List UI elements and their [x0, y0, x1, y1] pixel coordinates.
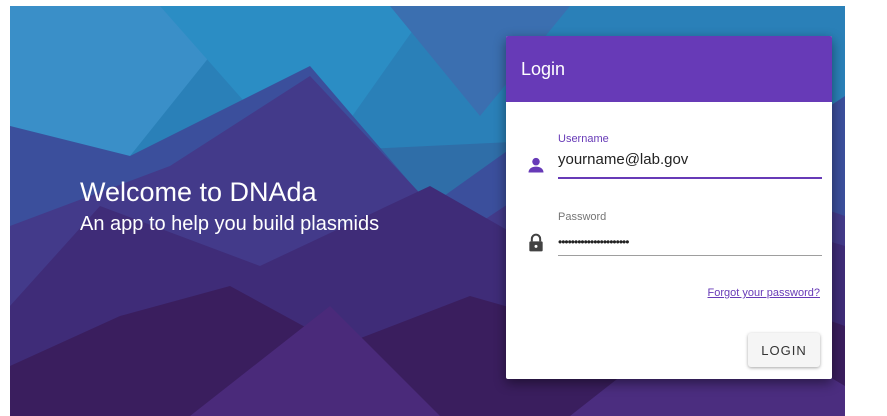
- login-card-title: Login: [506, 36, 832, 102]
- login-button[interactable]: LOGIN: [748, 333, 820, 367]
- person-icon: [528, 157, 544, 173]
- username-label: Username: [558, 133, 609, 145]
- lock-icon: [529, 233, 543, 252]
- login-card: Login Username yourname@lab.gov Password…: [506, 36, 832, 379]
- username-underline: [558, 177, 822, 179]
- welcome-subtitle: An app to help you build plasmids: [80, 213, 380, 235]
- welcome-block: Welcome to DNAda An app to help you buil…: [80, 176, 379, 238]
- forgot-password-link[interactable]: Forgot your password?: [708, 287, 821, 299]
- password-label: Password: [558, 211, 607, 223]
- password-underline: [558, 255, 822, 256]
- login-screen: Welcome to DNAda An app to help you buil…: [10, 6, 845, 416]
- password-field[interactable]: Password ••••••••••••••••••••••: [526, 211, 822, 261]
- username-field[interactable]: Username yourname@lab.gov: [526, 133, 822, 183]
- username-input[interactable]: yourname@lab.gov: [558, 150, 688, 170]
- welcome-title: Welcome to DNAda: [80, 177, 317, 207]
- password-input[interactable]: ••••••••••••••••••••••: [558, 232, 629, 252]
